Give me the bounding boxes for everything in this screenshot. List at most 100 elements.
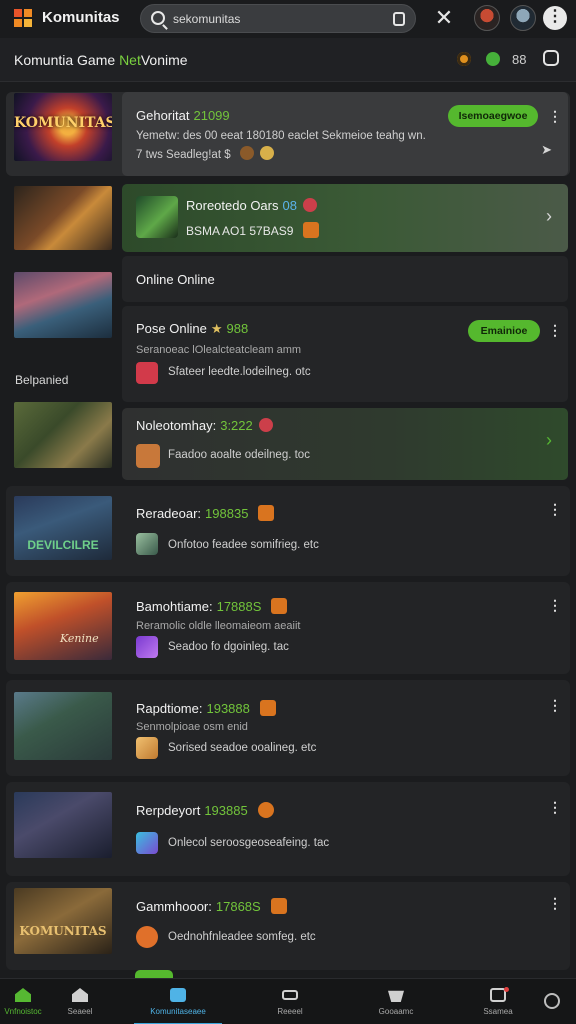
close-icon[interactable]: ✕ (432, 6, 456, 30)
more-icon[interactable]: ⋮ (548, 698, 562, 712)
badge-icon (271, 598, 288, 614)
game-thumbnail[interactable]: KOMUNITAS (14, 93, 112, 161)
app-icon (136, 444, 160, 468)
item-meta: Onfotoo feadee somifrieg. etc (168, 539, 319, 551)
item-count: 988 (226, 321, 249, 336)
heart-icon (302, 198, 317, 212)
section-label: Belpanied (15, 373, 69, 387)
thumbnail-caption: KOMUNITAS (14, 115, 112, 131)
item-count: 3:222 (220, 418, 253, 433)
thumbnail-caption: DEVILCILRE (27, 538, 99, 552)
community-card[interactable]: Pose Online ★ 988 Seranoeac lOlealcteatcle… (122, 306, 568, 402)
game-thumbnail[interactable]: DEVILCILRE (14, 496, 112, 560)
community-card[interactable]: Rerpdeyort 193885 Onlecol seroosgeoseafei… (122, 786, 568, 872)
community-card[interactable]: Gammhooor: 17868S Oednohfnleadee somfeg. … (122, 884, 568, 968)
join-button[interactable]: Emainioe (468, 320, 540, 342)
item-title: Noleotomhay: 3:222 (136, 418, 273, 433)
game-thumbnail[interactable] (14, 792, 112, 858)
item-meta: Oednohfnleadee somfeg. etc (168, 931, 316, 943)
item-count: 21099 (193, 108, 230, 123)
item-count: 08 (282, 198, 297, 213)
heart-icon (258, 418, 273, 432)
screen-icon (282, 990, 298, 1000)
badge-icon (270, 898, 287, 914)
item-count: 17868S (215, 899, 261, 914)
game-thumbnail[interactable]: Kenine (14, 592, 112, 660)
page-title: Komuntia Game NetVonime (14, 52, 188, 68)
item-title-text: Rapdtiome: (136, 701, 203, 716)
microphone-icon[interactable] (393, 12, 405, 26)
community-header: Komuntia Game NetVonime 88 (0, 38, 576, 82)
app-icon (136, 737, 158, 759)
game-thumbnail[interactable]: KOMUNITAS (14, 888, 112, 954)
join-button[interactable]: Isemoaegwoe (448, 105, 538, 127)
more-icon[interactable]: ⋮ (548, 598, 562, 612)
community-card[interactable]: Gehoritat 21099 Yemetw: des 00 eeat 18018… (122, 92, 568, 176)
nav-search[interactable]: Seaeel (56, 979, 104, 1024)
community-card[interactable]: Online Online (122, 256, 568, 302)
avatar[interactable] (474, 5, 500, 31)
send-icon[interactable]: ➤ (541, 142, 552, 158)
item-meta: Faadoo aoalte odeilneg. toc (168, 449, 310, 461)
search-input[interactable] (173, 10, 383, 28)
nav-komunitas[interactable]: Komunitaseaee (128, 979, 228, 1024)
community-icon (170, 988, 186, 1002)
badge-icon (259, 700, 276, 716)
more-icon[interactable]: ⋮ (548, 800, 562, 814)
item-meta: Sfateer leedte.lodeilneg. otc (168, 366, 311, 378)
item-meta: Onlecol seroosgeoseafeing. tac (168, 837, 330, 849)
item-title-text: Rerpdeyort (136, 803, 201, 818)
more-icon[interactable]: ⋮ (548, 502, 562, 516)
chevron-right-icon[interactable]: › (546, 430, 552, 451)
item-title: Gehoritat 21099 (136, 108, 230, 123)
app-icon (136, 533, 158, 555)
smiley-icon (259, 146, 274, 160)
community-card[interactable]: Noleotomhay: 3:222 Faadoo aoalte odeilneg… (122, 408, 568, 480)
nav-reels[interactable]: Reeeel (264, 979, 316, 1024)
item-meta: BSMA AO1 57BAS9 (186, 222, 320, 238)
page-title-accent: Net (119, 52, 141, 68)
game-thumbnail[interactable] (14, 692, 112, 760)
search-bar[interactable] (140, 4, 416, 33)
nav-profile[interactable]: Ssamea (470, 979, 526, 1024)
item-count: 17888S (216, 599, 262, 614)
item-count: 193885 (204, 803, 248, 818)
community-card[interactable]: Roreotedo Oars 08 BSMA AO1 57BAS9 › (122, 184, 568, 252)
community-card[interactable]: Rapdtiome: 193888 Senmolpioae osm enid So… (122, 684, 568, 772)
settings-icon[interactable] (543, 50, 559, 66)
page-title-main: Komuntia Game (14, 52, 120, 68)
app-icon (136, 636, 158, 658)
nav-more[interactable] (534, 979, 570, 1024)
game-thumbnail[interactable] (14, 186, 112, 250)
nav-home[interactable]: Vnfnoistoc (0, 979, 46, 1024)
item-meta: Seadoo fo dgoinleg. tac (168, 641, 289, 653)
nav-games[interactable]: Gooaamc (368, 979, 424, 1024)
item-title-text: Noleotomhay: (136, 418, 217, 433)
house-icon (72, 988, 88, 1002)
check-icon[interactable] (486, 52, 500, 66)
nav-label: Komunitaseaee (150, 1007, 206, 1016)
item-title: Rapdtiome: 193888 (136, 700, 276, 716)
app-icon (136, 926, 158, 948)
fire-icon[interactable] (457, 52, 471, 66)
item-title-text: Pose Online (136, 321, 207, 336)
more-icon[interactable]: ⋮ (548, 323, 562, 337)
item-title: Gammhooor: 17868S (136, 898, 287, 914)
game-thumbnail[interactable] (14, 402, 112, 468)
more-options-icon[interactable]: ⋮ (543, 6, 567, 30)
item-meta: 7 tws Seadleg!at $ (136, 146, 274, 161)
bottom-navigation: Vnfnoistoc Seaeel Komunitaseaee Reeeel G… (0, 978, 576, 1024)
badge-icon (257, 802, 274, 818)
thumbnail-caption: KOMUNITAS (19, 924, 107, 938)
nav-label: Ssamea (483, 1007, 513, 1016)
chevron-right-icon[interactable]: › (546, 206, 552, 227)
more-icon[interactable]: ⋮ (548, 896, 562, 910)
game-thumbnail[interactable] (14, 272, 112, 338)
info-icon (544, 993, 560, 1009)
item-meta-text: 7 tws Seadleg!at $ (136, 149, 234, 161)
more-icon[interactable]: ⋮ (548, 109, 562, 123)
community-card[interactable]: Reradeoar: 198835 Onfotoo feadee somifrie… (122, 490, 568, 572)
community-card[interactable]: Bamohtiame: 17888S Reramolic oldle lleoma… (122, 586, 568, 670)
avatar[interactable] (510, 5, 536, 31)
nav-label: Vnfnoistoc (4, 1007, 42, 1016)
